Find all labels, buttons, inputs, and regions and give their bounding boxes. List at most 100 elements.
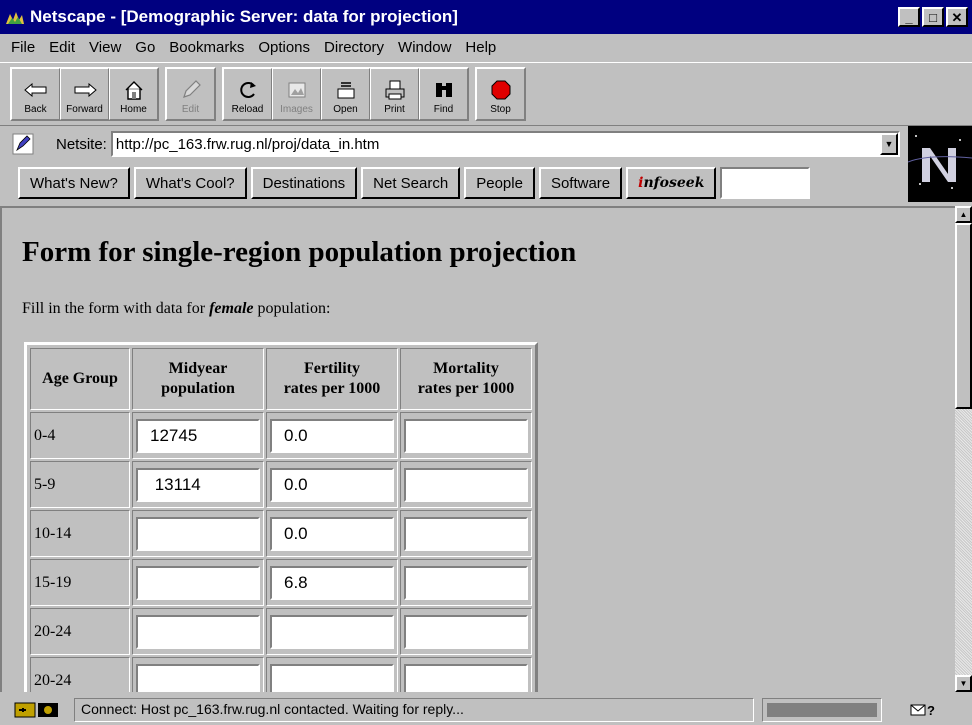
table-header-row: Age Group Midyear population Fertility rat…: [30, 348, 532, 410]
population-input[interactable]: [136, 516, 260, 551]
title-bar: Netscape - [Demographic Server: data for…: [0, 0, 972, 34]
navigation-toolbar: Back Forward Home Edit Reload Images Ope…: [0, 62, 972, 126]
svg-text:?: ?: [927, 703, 935, 718]
forward-label: Forward: [66, 104, 103, 115]
menu-bookmarks[interactable]: Bookmarks: [162, 39, 251, 56]
images-icon: [283, 78, 311, 102]
header-mortality-rates: Mortality rates per 1000: [400, 348, 532, 410]
population-input[interactable]: [136, 565, 260, 600]
population-input[interactable]: 12745: [136, 418, 260, 453]
reload-button[interactable]: Reload: [223, 68, 272, 120]
header-midyear-line2: population: [161, 380, 235, 397]
maximize-button[interactable]: □: [922, 7, 944, 27]
mortality-input[interactable]: [404, 516, 528, 551]
projection-data-table: Age Group Midyear population Fertility rat…: [24, 342, 538, 692]
location-bar: Netsite: http://pc_163.frw.rug.nl/proj/d…: [0, 128, 900, 160]
window-title: Netscape - [Demographic Server: data for…: [30, 7, 458, 26]
population-input[interactable]: 13114: [136, 467, 260, 502]
menu-bar: File Edit View Go Bookmarks Options Dire…: [0, 34, 972, 60]
table-row: 20-24: [30, 608, 532, 655]
pencil-icon: [177, 78, 205, 102]
menu-options[interactable]: Options: [251, 39, 317, 56]
url-dropdown-arrow-icon[interactable]: ▼: [880, 133, 898, 155]
scroll-down-arrow-icon[interactable]: ▼: [955, 675, 972, 692]
security-key-icon[interactable]: [14, 698, 64, 722]
menu-go[interactable]: Go: [128, 39, 162, 56]
home-label: Home: [120, 104, 147, 115]
page-content: Form for single-region population projec…: [0, 206, 955, 692]
intro-after: population:: [253, 300, 331, 317]
population-input[interactable]: [136, 663, 260, 692]
open-button[interactable]: Open: [321, 68, 370, 120]
header-mortality-line1: Mortality: [433, 360, 499, 377]
forward-button[interactable]: Forward: [60, 68, 109, 120]
mortality-input[interactable]: [404, 467, 528, 502]
open-icon: [332, 78, 360, 102]
header-age-group: Age Group: [30, 348, 130, 410]
close-button[interactable]: ✕: [946, 7, 968, 27]
mortality-input[interactable]: [404, 418, 528, 453]
mail-icon[interactable]: ?: [910, 701, 936, 719]
menu-window[interactable]: Window: [391, 39, 458, 56]
stop-button[interactable]: Stop: [476, 68, 525, 120]
fertility-input[interactable]: 0.0: [270, 418, 394, 453]
intro-before: Fill in the form with data for: [22, 300, 210, 317]
fertility-input[interactable]: 0.0: [270, 516, 394, 551]
home-button[interactable]: Home: [109, 68, 158, 120]
whats-cool-button[interactable]: What's Cool?: [133, 167, 247, 199]
fertility-input[interactable]: 6.8: [270, 565, 394, 600]
status-message: Connect: Host pc_163.frw.rug.nl contacte…: [74, 697, 754, 722]
table-row: 10-14 0.0: [30, 510, 532, 557]
back-button[interactable]: Back: [11, 68, 60, 120]
menu-edit[interactable]: Edit: [42, 39, 82, 56]
table-row: 20-24: [30, 657, 532, 692]
infoseek-search-input[interactable]: [720, 167, 811, 199]
images-button[interactable]: Images: [272, 68, 321, 120]
header-midyear-line1: Midyear: [168, 360, 228, 377]
people-button[interactable]: People: [464, 167, 535, 199]
bookmark-quickfile-icon[interactable]: [12, 133, 34, 155]
find-button[interactable]: Find: [419, 68, 468, 120]
scrollbar-thumb[interactable]: [955, 223, 972, 409]
netscape-n-logo-icon[interactable]: [908, 126, 972, 202]
url-input[interactable]: http://pc_163.frw.rug.nl/proj/data_in.ht…: [110, 131, 900, 157]
age-group-cell: 20-24: [30, 657, 130, 692]
vertical-scrollbar[interactable]: ▲ ▼: [955, 206, 972, 692]
print-button[interactable]: Print: [370, 68, 419, 120]
mortality-input[interactable]: [404, 614, 528, 649]
open-label: Open: [333, 104, 358, 115]
print-label: Print: [384, 104, 405, 115]
home-icon: [120, 78, 148, 102]
mortality-input[interactable]: [404, 663, 528, 692]
mortality-input[interactable]: [404, 565, 528, 600]
intro-emphasis: female: [209, 300, 254, 317]
menu-file[interactable]: File: [4, 39, 42, 56]
destinations-button[interactable]: Destinations: [250, 167, 358, 199]
table-row: 15-19 6.8: [30, 559, 532, 606]
edit-button[interactable]: Edit: [166, 68, 215, 120]
stop-label: Stop: [490, 104, 511, 115]
age-group-cell: 5-9: [30, 461, 130, 508]
images-label: Images: [280, 104, 313, 115]
infoseek-button[interactable]: i nfoseek: [626, 167, 717, 199]
header-fertility-line2: rates per 1000: [283, 380, 381, 397]
directory-buttons-bar: What's New? What's Cool? Destinations Ne…: [0, 165, 912, 201]
progress-bar: [762, 697, 882, 722]
netscape-app-icon[interactable]: [4, 6, 26, 28]
minimize-button[interactable]: _: [898, 7, 920, 27]
back-label: Back: [24, 104, 47, 115]
net-search-button[interactable]: Net Search: [361, 167, 461, 199]
scroll-up-arrow-icon[interactable]: ▲: [955, 206, 972, 223]
menu-help[interactable]: Help: [458, 39, 503, 56]
menu-view[interactable]: View: [82, 39, 128, 56]
age-group-cell: 15-19: [30, 559, 130, 606]
population-input[interactable]: [136, 614, 260, 649]
menu-directory[interactable]: Directory: [317, 39, 391, 56]
fertility-input[interactable]: [270, 663, 394, 692]
fertility-input[interactable]: [270, 614, 394, 649]
age-group-cell: 0-4: [30, 412, 130, 459]
whats-new-button[interactable]: What's New?: [18, 167, 130, 199]
fertility-input[interactable]: 0.0: [270, 467, 394, 502]
status-bar: Connect: Host pc_163.frw.rug.nl contacte…: [0, 694, 972, 725]
software-button[interactable]: Software: [538, 167, 623, 199]
